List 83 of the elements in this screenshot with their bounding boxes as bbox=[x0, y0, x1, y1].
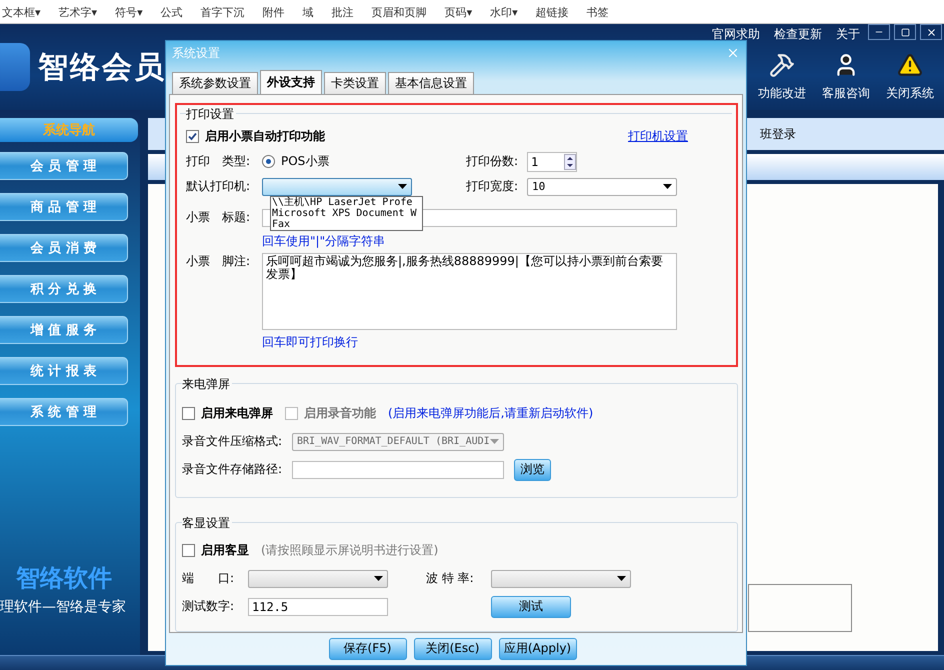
main-tab[interactable]: 班登录 bbox=[760, 126, 796, 142]
printer-option[interactable]: Fax bbox=[271, 218, 421, 230]
logo-icon bbox=[0, 43, 30, 91]
settings-tab[interactable]: 外设支持 bbox=[260, 70, 322, 94]
footer-textarea[interactable]: 乐呵呵超市竭诚为您服务|,服务热线88889999|【您可以持小票到前台索要发票】 bbox=[262, 252, 677, 330]
option-label: 启用客显 bbox=[201, 542, 249, 560]
ribbon-item[interactable]: 水印▾ bbox=[490, 5, 518, 20]
caret-icon bbox=[617, 576, 626, 582]
settings-tab[interactable]: 卡类设置 bbox=[324, 72, 386, 94]
field-label: 打印份数: bbox=[466, 153, 520, 170]
printer-settings-link[interactable]: 打印机设置 bbox=[628, 128, 688, 146]
dialog-button[interactable]: 关闭(Esc) bbox=[414, 638, 492, 660]
printer-option[interactable]: Microsoft XPS Document W bbox=[271, 208, 421, 219]
settings-tab[interactable]: 基本信息设置 bbox=[388, 72, 474, 94]
ribbon-item[interactable]: 附件 bbox=[262, 5, 285, 20]
browse-button[interactable]: 浏览 bbox=[514, 458, 551, 481]
dialog-button[interactable]: 保存(F5) bbox=[328, 638, 406, 660]
ribbon-item[interactable]: 超链接 bbox=[536, 5, 569, 20]
ribbon-item[interactable]: 页码▾ bbox=[444, 5, 472, 20]
dialog-title: 系统设置 bbox=[172, 44, 220, 62]
copies-spinner[interactable]: 1 bbox=[527, 152, 577, 172]
field-label: 打印宽度: bbox=[466, 178, 520, 196]
ribbon-item[interactable]: 域 bbox=[302, 5, 314, 20]
maximize-icon bbox=[900, 28, 910, 36]
brand-title: 智络会员 bbox=[38, 48, 166, 86]
hint-text: 回车即可打印换行 bbox=[262, 334, 358, 352]
ribbon-item[interactable]: 公式 bbox=[160, 5, 183, 20]
warning-icon bbox=[897, 52, 923, 78]
note-text: (启用来电弹屏功能后,请重新启动软件) bbox=[388, 405, 594, 422]
slogan-text: 理软件—智络是专家 bbox=[0, 598, 126, 616]
radio-button[interactable] bbox=[262, 155, 275, 168]
caret-icon bbox=[398, 184, 407, 190]
option-label: 启用来电弹屏 bbox=[201, 405, 273, 422]
field-label: 打印 类型: bbox=[186, 153, 252, 170]
ribbon-item[interactable]: 批注 bbox=[332, 5, 354, 20]
field-label: 波 特 率: bbox=[426, 570, 475, 588]
toolbar-button[interactable]: 功能改进 bbox=[752, 52, 812, 102]
ribbon-item[interactable]: 艺术字▾ bbox=[58, 5, 98, 20]
section-legend: 打印设置 bbox=[186, 106, 236, 123]
ribbon-item[interactable]: 书签 bbox=[586, 5, 609, 20]
ribbon-item[interactable]: 页眉和页脚 bbox=[372, 5, 427, 20]
close-button[interactable] bbox=[920, 24, 942, 40]
settings-tab[interactable]: 系统参数设置 bbox=[172, 72, 258, 94]
dialog-button[interactable]: 应用(Apply) bbox=[498, 638, 576, 660]
checkbox[interactable] bbox=[182, 407, 195, 420]
header-link[interactable]: 官网求助 bbox=[712, 26, 760, 43]
note-text: (请按照顾显示屏说明书进行设置) bbox=[261, 542, 438, 560]
caret-icon bbox=[663, 184, 672, 190]
header-link[interactable]: 关于 bbox=[836, 26, 860, 43]
checkbox[interactable] bbox=[182, 544, 195, 558]
header-link[interactable]: 检查更新 bbox=[774, 26, 822, 43]
checkbox[interactable] bbox=[186, 130, 199, 144]
option-label: 启用小票自动打印功能 bbox=[205, 128, 325, 146]
minimize-button[interactable] bbox=[868, 24, 890, 40]
toolbar-button[interactable]: 客服咨询 bbox=[816, 52, 876, 102]
caret-icon bbox=[490, 439, 499, 444]
sidebar-title: 系统导航 bbox=[0, 118, 138, 142]
width-dropdown[interactable]: 10 bbox=[527, 178, 677, 196]
field-label: 小票 标题: bbox=[186, 209, 252, 226]
caret-icon bbox=[374, 576, 383, 582]
field-label: 端 口: bbox=[182, 570, 236, 588]
field-label: 默认打印机: bbox=[186, 178, 252, 196]
test-button[interactable]: 测试 bbox=[491, 596, 571, 618]
test-number-field[interactable]: 112.5 bbox=[248, 598, 388, 616]
option-label: POS小票 bbox=[281, 153, 330, 170]
ribbon-item[interactable]: 首字下沉 bbox=[200, 5, 245, 20]
field-label: 录音文件存储路径: bbox=[182, 461, 284, 478]
maximize-button[interactable] bbox=[894, 24, 916, 40]
ribbon-item[interactable]: 符号▾ bbox=[115, 5, 143, 20]
option-label: 启用录音功能 bbox=[304, 405, 376, 422]
sidebar-brand: 智络软件 bbox=[14, 563, 113, 594]
close-icon bbox=[926, 26, 936, 38]
toolbar-button[interactable]: 关闭系统 bbox=[880, 52, 940, 102]
field-label: 测试数字: bbox=[182, 598, 236, 616]
ribbon-item[interactable]: 文本框▾ bbox=[2, 5, 41, 20]
path-field[interactable] bbox=[292, 460, 504, 479]
field-label: 录音文件压缩格式: bbox=[182, 433, 284, 450]
hint-text: 回车使用"|"分隔字符串 bbox=[262, 233, 386, 250]
field-label: 小票 脚注: bbox=[186, 252, 252, 270]
printer-option[interactable]: \\主机\HP LaserJet Profe bbox=[271, 196, 421, 208]
hammer-icon bbox=[769, 52, 795, 78]
format-dropdown[interactable]: BRI_WAV_FORMAT_DEFAULT (BRI_AUDI bbox=[292, 432, 504, 451]
printer-dropdown[interactable] bbox=[262, 178, 412, 196]
